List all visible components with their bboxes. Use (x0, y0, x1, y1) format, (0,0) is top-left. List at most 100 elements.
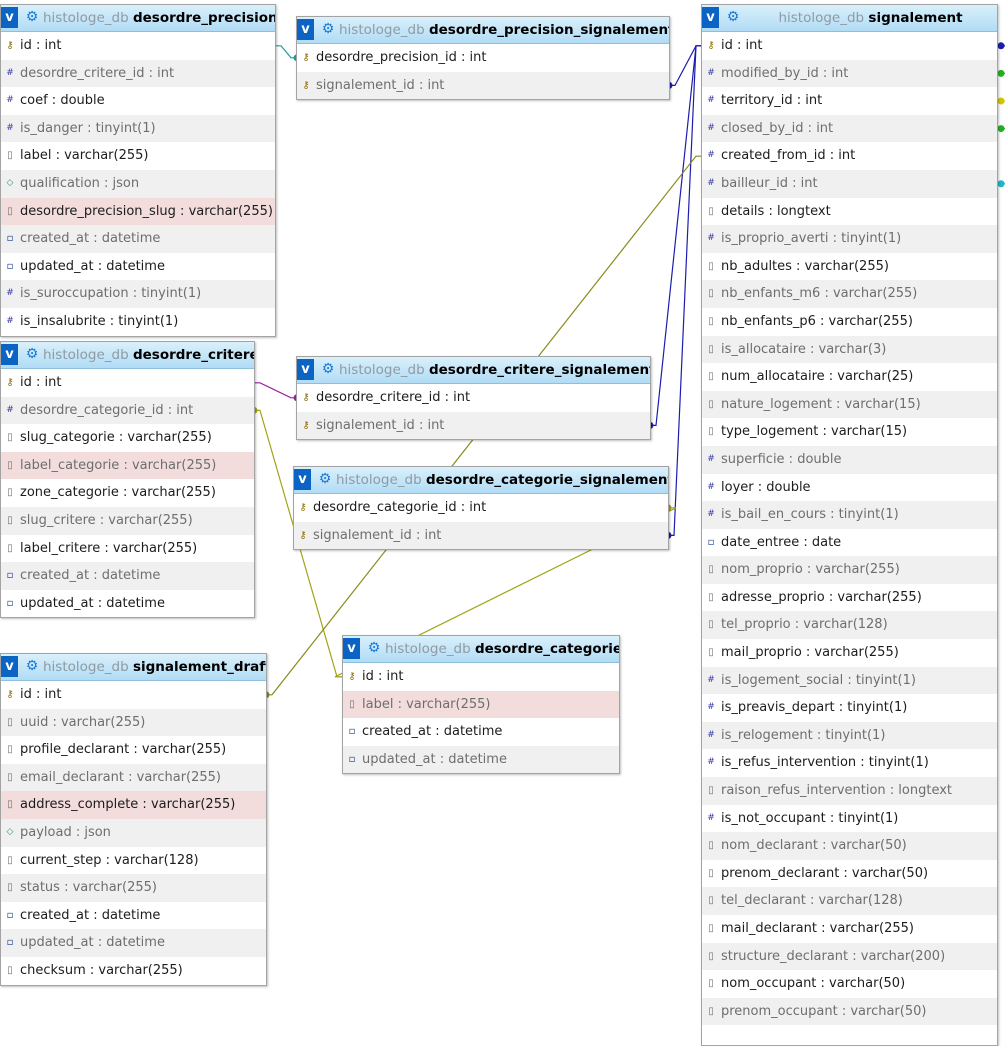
column-row[interactable]: ▫ created_at : datetime (1, 225, 275, 253)
column-row[interactable]: ▯ uuid : varchar(255) (1, 708, 266, 737)
column-row[interactable]: ▫ date_entree : date (702, 529, 997, 557)
column-row[interactable]: ▯ nature_logement : varchar(15) (702, 390, 997, 419)
column-row[interactable]: # is_insalubrite : tinyint(1) (1, 308, 275, 336)
column-row[interactable]: ⚷ desordre_critere_id : int (297, 384, 650, 412)
column-row[interactable]: ▯ tel_declarant : varchar(128) (702, 887, 997, 915)
table-signalement[interactable]: v ⚙ histologe_db signalement ⚷ id : int # modi… (701, 4, 998, 1046)
column-row[interactable]: # is_refus_intervention : tinyint(1) (702, 749, 997, 777)
column-row[interactable]: # is_danger : tinyint(1) (1, 114, 275, 143)
column-row[interactable]: ▯ adresse_proprio : varchar(255) (702, 584, 997, 612)
table-desordre-categorie[interactable]: v ⚙ histologe_db desordre_categorie ⚷ id : i… (342, 635, 620, 775)
table-header[interactable]: v ⚙ histologe_db signalement (702, 5, 997, 32)
table-desordre-precision[interactable]: v ⚙ histologe_db desordre_precision ⚷ id : i… (0, 4, 276, 337)
column-row[interactable]: ▯ nom_proprio : varchar(255) (702, 556, 997, 584)
table-header[interactable]: v ⚙ histologe_db desordre_precision_signal… (297, 17, 669, 44)
gear-icon[interactable]: ⚙ (365, 638, 383, 659)
column-row[interactable]: ▯ label : varchar(255) (343, 690, 619, 719)
column-row[interactable]: # is_relogement : tinyint(1) (702, 721, 997, 750)
column-row[interactable]: ⚷ signalement_id : int (294, 521, 668, 550)
column-row[interactable]: ▯ label_categorie : varchar(255) (1, 451, 254, 480)
column-row[interactable]: ▯ details : longtext (702, 198, 997, 226)
column-row[interactable]: ▯ nb_adultes : varchar(255) (702, 253, 997, 281)
column-row[interactable]: ▯ structure_declarant : varchar(200) (702, 942, 997, 971)
column-row[interactable]: ▯ raison_refus_intervention : longtext (702, 777, 997, 805)
column-row[interactable]: ⚷ id : int (1, 32, 275, 60)
column-row[interactable]: # loyer : double (702, 474, 997, 502)
table-header[interactable]: v ⚙ histologe_db desordre_critere_signalem… (297, 357, 650, 384)
column-row[interactable]: ▫ updated_at : datetime (1, 253, 275, 281)
column-row[interactable]: ▯ checksum : varchar(255) (1, 957, 266, 985)
column-row[interactable]: ▯ label_critere : varchar(255) (1, 535, 254, 563)
column-row[interactable]: ▯ mail_declarant : varchar(255) (702, 915, 997, 943)
table-header[interactable]: v ⚙ histologe_db desordre_precision (1, 5, 275, 32)
gear-icon[interactable]: ⚙ (23, 656, 41, 677)
column-row[interactable]: ▯ tel_proprio : varchar(128) (702, 611, 997, 640)
collapse-toggle-button[interactable]: v (343, 638, 360, 659)
column-row[interactable]: ⚷ desordre_categorie_id : int (294, 494, 668, 522)
column-row[interactable]: # closed_by_id : int (702, 114, 997, 143)
column-row[interactable]: ▯ desordre_precision_slug : varchar(255) (1, 197, 275, 226)
table-desordre-critere[interactable]: v ⚙ histologe_db desordre_critere ⚷ id : int… (0, 341, 255, 619)
column-row[interactable]: ◇ payload : json (1, 818, 266, 847)
column-row[interactable]: # modified_by_id : int (702, 59, 997, 88)
collapse-toggle-button[interactable]: v (297, 19, 314, 40)
column-row[interactable]: ▯ zone_categorie : varchar(255) (1, 479, 254, 507)
column-row[interactable]: ⚷ id : int (1, 369, 254, 397)
column-row[interactable]: # created_from_id : int (702, 142, 997, 170)
collapse-toggle-button[interactable]: v (297, 359, 314, 380)
table-header[interactable]: v ⚙ histologe_db desordre_categorie_signal… (294, 467, 668, 494)
column-row[interactable]: ▫ created_at : datetime (343, 718, 619, 746)
column-row[interactable]: ⚷ id : int (702, 32, 997, 60)
table-desordre-categorie-signalement[interactable]: v ⚙ histologe_db desordre_categorie_signal… (293, 466, 669, 551)
column-row[interactable]: # is_bail_en_cours : tinyint(1) (702, 501, 997, 529)
table-desordre-critere-signalement[interactable]: v ⚙ histologe_db desordre_critere_signalem… (296, 356, 651, 441)
column-row[interactable]: ▯ prenom_occupant : varchar(50) (702, 997, 997, 1026)
gear-icon[interactable]: ⚙ (23, 7, 41, 28)
column-row[interactable]: ▯ label : varchar(255) (1, 142, 275, 170)
column-row[interactable]: # territory_id : int (702, 87, 997, 115)
column-row[interactable]: ▯ status : varchar(255) (1, 874, 266, 902)
column-row[interactable]: ⚷ id : int (1, 681, 266, 709)
collapse-toggle-button[interactable]: v (294, 469, 311, 490)
gear-icon[interactable]: ⚙ (319, 359, 337, 380)
column-row[interactable]: # is_not_occupant : tinyint(1) (702, 805, 997, 833)
column-row[interactable]: ▫ created_at : datetime (1, 562, 254, 590)
column-row[interactable]: ▫ created_at : datetime (1, 902, 266, 930)
column-row[interactable]: # desordre_critere_id : int (1, 59, 275, 88)
column-row[interactable]: # is_logement_social : tinyint(1) (702, 666, 997, 695)
column-row[interactable]: # is_suroccupation : tinyint(1) (1, 280, 275, 308)
column-row[interactable]: # is_preavis_depart : tinyint(1) (702, 694, 997, 722)
column-row[interactable]: ▯ email_declarant : varchar(255) (1, 763, 266, 792)
column-row[interactable]: # is_proprio_averti : tinyint(1) (702, 225, 997, 253)
column-row[interactable]: ▯ nom_declarant : varchar(50) (702, 832, 997, 860)
collapse-toggle-button[interactable]: v (1, 7, 18, 28)
gear-icon[interactable]: ⚙ (319, 19, 337, 40)
column-row[interactable]: ▫ updated_at : datetime (1, 929, 266, 957)
column-row[interactable]: ▯ slug_categorie : varchar(255) (1, 424, 254, 452)
column-row[interactable]: ▫ updated_at : datetime (343, 745, 619, 774)
column-row[interactable]: ⚷ id : int (343, 663, 619, 691)
table-desordre-precision-signalement[interactable]: v ⚙ histologe_db desordre_precision_signal… (296, 16, 670, 101)
column-row[interactable]: # superficie : double (702, 445, 997, 474)
gear-icon[interactable]: ⚙ (724, 7, 742, 28)
column-row[interactable]: ⚷ signalement_id : int (297, 71, 669, 100)
column-row[interactable]: ▯ slug_critere : varchar(255) (1, 506, 254, 535)
column-row[interactable]: ▯ mail_proprio : varchar(255) (702, 639, 997, 667)
table-header[interactable]: v ⚙ histologe_db desordre_critere (1, 342, 254, 369)
column-row[interactable]: ▯ nb_enfants_p6 : varchar(255) (702, 308, 997, 336)
collapse-toggle-button[interactable]: v (1, 344, 18, 365)
column-row[interactable]: # desordre_categorie_id : int (1, 396, 254, 425)
column-row[interactable]: ▯ profile_declarant : varchar(255) (1, 736, 266, 764)
column-row[interactable]: ▯ current_step : varchar(128) (1, 847, 266, 875)
column-row[interactable]: ▯ num_allocataire : varchar(25) (702, 363, 997, 391)
table-header[interactable]: v ⚙ histologe_db signalement_draft (1, 654, 266, 681)
column-row[interactable]: ▯ address_complete : varchar(255) (1, 791, 266, 819)
column-row[interactable]: # bailleur_id : int (702, 169, 997, 198)
column-row[interactable]: ◇ qualification : json (1, 169, 275, 198)
column-row[interactable]: ▯ is_allocataire : varchar(3) (702, 335, 997, 364)
column-row[interactable]: ▫ updated_at : datetime (1, 590, 254, 618)
column-row[interactable]: ⚷ desordre_precision_id : int (297, 44, 669, 72)
table-signalement-draft[interactable]: v ⚙ histologe_db signalement_draft ⚷ id : in… (0, 653, 267, 986)
column-row[interactable]: ⚷ signalement_id : int (297, 411, 650, 440)
column-row[interactable]: ▯ prenom_declarant : varchar(50) (702, 860, 997, 888)
